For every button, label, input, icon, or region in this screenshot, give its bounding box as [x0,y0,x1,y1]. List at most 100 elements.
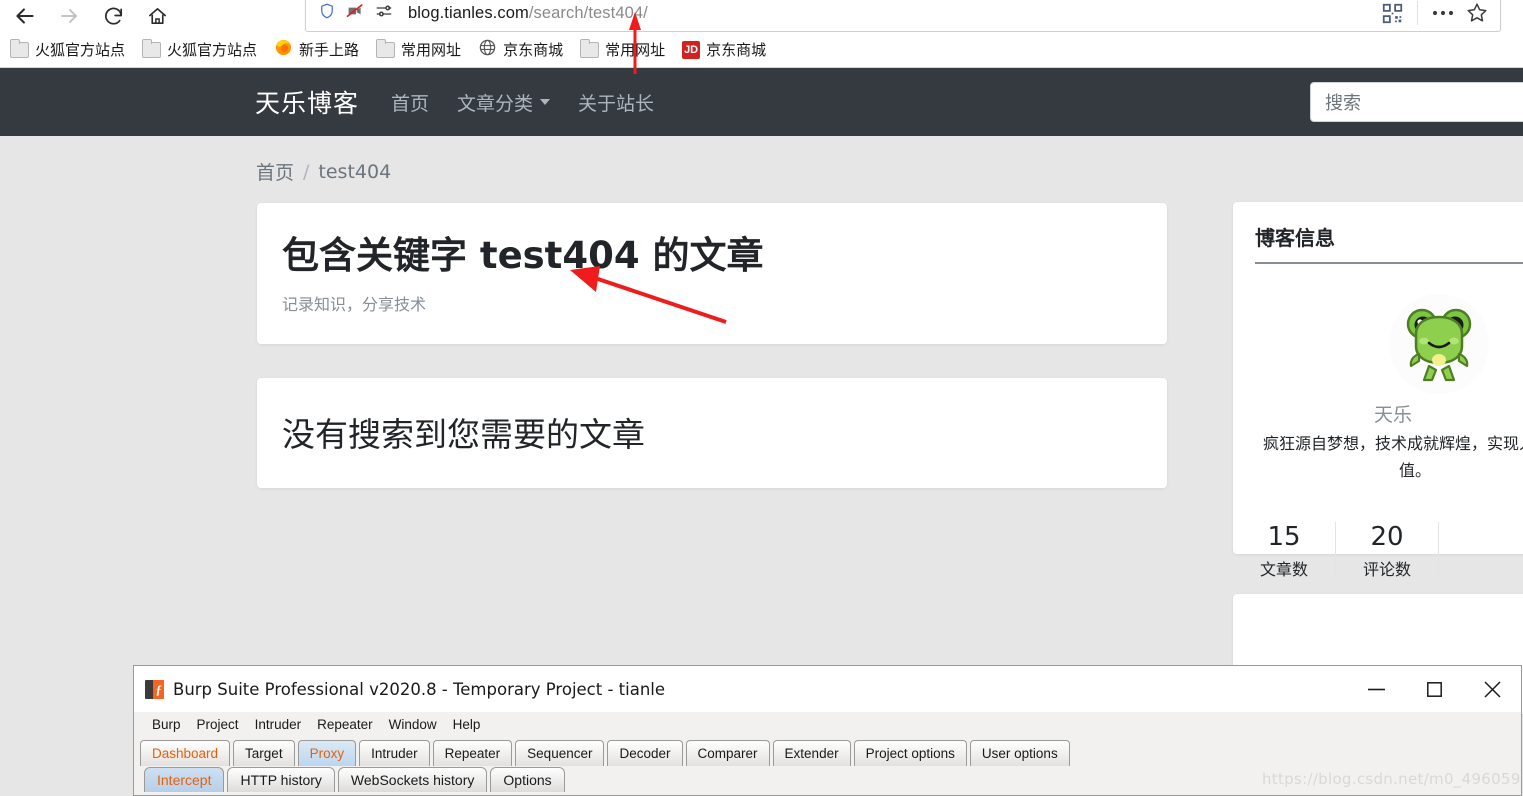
qr-code-icon[interactable] [1375,0,1409,28]
address-bar-icons [306,2,404,25]
nav-link-about[interactable]: 关于站长 [578,89,654,116]
bookmark-label: 火狐官方站点 [35,41,126,59]
bookmark-label: 常用网址 [401,41,462,59]
bookmark-label: 新手上路 [299,41,360,59]
bookmark-item[interactable]: 新手上路 [274,38,359,62]
empty-results-message: 没有搜索到您需要的文章 [282,415,645,454]
nav-link-label: 首页 [391,92,430,115]
folder-icon [376,38,396,58]
tab-intruder[interactable]: Intruder [359,740,430,766]
search-input[interactable]: 搜索 [1310,82,1523,122]
menu-window[interactable]: Window [381,717,445,732]
chevron-down-icon [540,99,551,105]
jd-icon: JD [682,40,701,59]
nav-link-label: 文章分类 [457,92,534,115]
ellipsis-icon[interactable] [1426,0,1460,28]
tab-comparer[interactable]: Comparer [685,740,770,766]
nav-link-label: 关于站长 [578,92,655,115]
breadcrumb-current: test404 [318,160,392,183]
globe-icon [478,38,497,62]
site-nav-links: 首页 文章分类 关于站长 [391,89,654,116]
menu-help[interactable]: Help [445,717,489,732]
nav-link-categories[interactable]: 文章分类 [457,89,551,116]
sidebar-title: 博客信息 [1255,226,1335,250]
screenshot-root: blog.tianles.com/search/test404/ 火狐官方站点 … [0,0,1523,796]
search-header-card: 包含关键字 test404 的文章 记录知识，分享技术 [257,203,1167,344]
maximize-icon[interactable] [1405,666,1463,712]
tab-proxy[interactable]: Proxy [297,740,357,766]
address-bar-actions [1375,0,1500,28]
url-host: blog.tianles.com [408,3,529,22]
tab-target[interactable]: Target [233,740,295,766]
tab-extender[interactable]: Extender [772,740,851,766]
tab-user-options[interactable]: User options [969,740,1070,766]
tab-repeater[interactable]: Repeater [432,740,513,766]
folder-icon [142,38,162,58]
page-subtitle: 记录知识，分享技术 [282,295,427,314]
author-bio: 疯狂源自梦想，技术成就辉煌，实现人生价值。 [1262,434,1523,480]
tab-decoder[interactable]: Decoder [607,740,683,766]
bookmark-item[interactable]: 火狐官方站点 [142,38,258,60]
browser-nav-buttons [0,0,172,32]
sidebar-divider [1255,262,1523,264]
burp-window-title: Burp Suite Professional v2020.8 - Tempor… [173,679,666,699]
sidebar-stats: 15 文章数 20 评论数 [1233,522,1523,580]
stat-item-clipped [1439,522,1523,580]
firefox-icon [274,38,293,62]
menu-intruder[interactable]: Intruder [247,717,310,732]
bookmark-item[interactable]: 京东商城 [478,38,563,62]
subtab-http-history[interactable]: HTTP history [227,767,335,792]
subtab-intercept[interactable]: Intercept [144,767,225,792]
bookmark-label: 火狐官方站点 [167,41,258,59]
folder-icon [10,38,29,58]
bookmark-item[interactable]: 火狐官方站点 [10,38,126,60]
tab-dashboard[interactable]: Dashboard [140,740,231,766]
subtab-options[interactable]: Options [490,767,565,792]
camera-blocked-icon[interactable] [345,2,365,25]
sidebar-blog-info-card: 博客信息 天乐 疯狂源自梦想，技术成就辉煌，实现 值。 15 文章数 20 评论… [1233,202,1523,580]
stat-value: 20 [1370,522,1404,552]
search-results-card: 没有搜索到您需要的文章 [257,378,1167,488]
browser-toolbar: blog.tianles.com/search/test404/ [0,0,1523,32]
page-settings-icon[interactable] [374,2,394,25]
star-icon[interactable] [1460,0,1494,28]
bookmark-item[interactable]: 常用网址 [580,38,665,60]
burp-main-tabs: Dashboard Target Proxy Intruder Repeater… [140,740,1070,766]
breadcrumb: 首页 / test404 [256,158,391,185]
minimize-icon[interactable] [1347,666,1405,712]
stat-label: 评论数 [1362,560,1411,579]
avatar [1389,294,1489,394]
bookmark-item[interactable]: JD 京东商城 [682,39,766,60]
toolbar-divider [1417,1,1418,25]
home-icon[interactable] [142,1,172,31]
breadcrumb-home-link[interactable]: 首页 [256,158,294,185]
menu-repeater[interactable]: Repeater [309,717,381,732]
page-title: 包含关键字 test404 的文章 [282,234,764,277]
nav-link-home[interactable]: 首页 [391,89,429,116]
tab-project-options[interactable]: Project options [853,740,967,766]
back-icon[interactable] [10,1,40,31]
folder-icon [580,38,600,58]
bookmark-label: 京东商城 [706,41,767,59]
stat-label: 文章数 [1259,560,1308,579]
stat-value: 15 [1267,522,1301,552]
burp-proxy-subtabs: Intercept HTTP history WebSockets histor… [144,767,565,792]
menu-project[interactable]: Project [189,717,247,732]
subtab-websockets-history[interactable]: WebSockets history [337,767,488,792]
frog-avatar-icon [1406,308,1472,382]
shield-icon[interactable] [318,2,336,25]
window-controls [1347,666,1521,712]
url-text[interactable]: blog.tianles.com/search/test404/ [404,4,1375,23]
bookmark-label: 京东商城 [503,41,564,59]
bookmark-item[interactable]: 常用网址 [376,38,462,60]
menu-burp[interactable]: Burp [144,717,189,732]
site-brand[interactable]: 天乐博客 [255,84,359,120]
address-bar[interactable]: blog.tianles.com/search/test404/ [305,0,1501,32]
reload-icon[interactable] [98,1,128,31]
close-icon[interactable] [1463,666,1521,712]
url-path: /search/test404/ [528,3,648,22]
stat-item: 20 评论数 [1336,522,1439,580]
watermark: https://blog.csdn.net/m0_49605975 [1262,770,1523,788]
tab-sequencer[interactable]: Sequencer [515,740,605,766]
search-placeholder: 搜索 [1325,93,1361,114]
